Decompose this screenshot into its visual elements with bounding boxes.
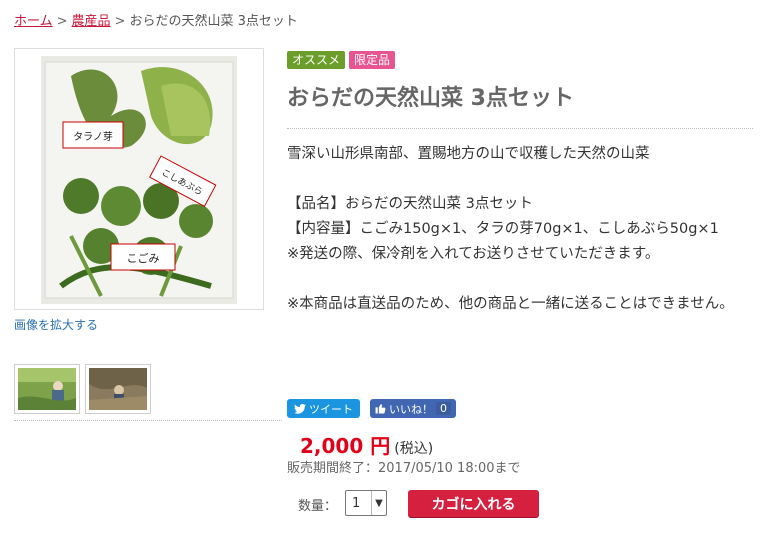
description-line: 【品名】おらだの天然山菜 3点セット — [287, 196, 533, 212]
thumbnail-image — [18, 368, 76, 410]
tweet-label: ツイート — [309, 402, 353, 416]
recommend-badge: オススメ — [287, 51, 346, 69]
facebook-like-button[interactable]: いいね！ 0 — [370, 399, 456, 418]
like-label: いいね！ — [389, 402, 433, 416]
photo-label-kogomi: こごみ — [127, 251, 160, 265]
quantity-label: 数量： — [298, 499, 338, 514]
description-line: ※発送の際、保冷剤を入れてお送りさせていただきます。 — [287, 246, 660, 262]
product-title: おらだの天然山菜 3点セット — [287, 86, 574, 111]
thumbnail-2[interactable] — [85, 364, 151, 414]
product-price: 2,000 円 — [300, 434, 391, 458]
like-count: 0 — [436, 402, 451, 415]
breadcrumb-category-link[interactable]: 農産品 — [72, 14, 111, 29]
thumbnail-1[interactable] — [14, 364, 80, 414]
breadcrumb-separator: > — [114, 14, 126, 29]
twitter-bird-icon — [294, 403, 306, 414]
tweet-button[interactable]: ツイート — [287, 399, 360, 418]
description-line: 雪深い山形県南部、置賜地方の山で収穫した天然の山菜 — [287, 146, 650, 162]
product-image: タラノ芽 こしあぶら こごみ — [41, 56, 237, 304]
divider — [14, 420, 282, 421]
chevron-down-icon: ▼ — [371, 491, 386, 515]
thumbnail-image — [89, 368, 147, 410]
product-description: 雪深い山形県南部、置賜地方の山で収穫した天然の山菜 【品名】おらだの天然山菜 3… — [287, 142, 757, 317]
breadcrumb-separator: > — [56, 14, 68, 29]
product-badges: オススメ 限定品 — [287, 51, 396, 69]
price-row: 2,000 円 (税込) — [300, 430, 433, 459]
breadcrumb-home-link[interactable]: ホーム — [14, 14, 53, 29]
share-buttons: ツイート いいね！ 0 — [287, 399, 456, 418]
quantity-value: 1 — [352, 495, 361, 511]
description-line: 【内容量】こごみ150g×1、タラの芽70g×1、こしあぶら50g×1 — [287, 221, 719, 237]
limited-badge: 限定品 — [349, 51, 396, 69]
divider — [287, 128, 753, 129]
main-product-photo[interactable]: タラノ芽 こしあぶら こごみ — [14, 48, 264, 310]
add-to-cart-button[interactable]: カゴに入れる — [408, 490, 539, 517]
thumbs-up-icon — [375, 404, 386, 414]
sale-period-notice: 販売期間終了：2017/05/10 18:00まで — [287, 461, 521, 476]
quantity-select[interactable]: 1 ▼ — [345, 490, 387, 516]
zoom-image-link[interactable]: 画像を拡大する — [14, 316, 98, 333]
description-line: ※本商品は直送品のため、他の商品と一緒に送ることはできません。 — [287, 296, 734, 312]
breadcrumb: ホーム > 農産品 > おらだの天然山菜 3点セット — [14, 10, 298, 29]
photo-label-taranome: タラノ芽 — [73, 130, 113, 143]
tax-note: (税込) — [394, 441, 434, 457]
breadcrumb-current: おらだの天然山菜 3点セット — [129, 14, 298, 29]
